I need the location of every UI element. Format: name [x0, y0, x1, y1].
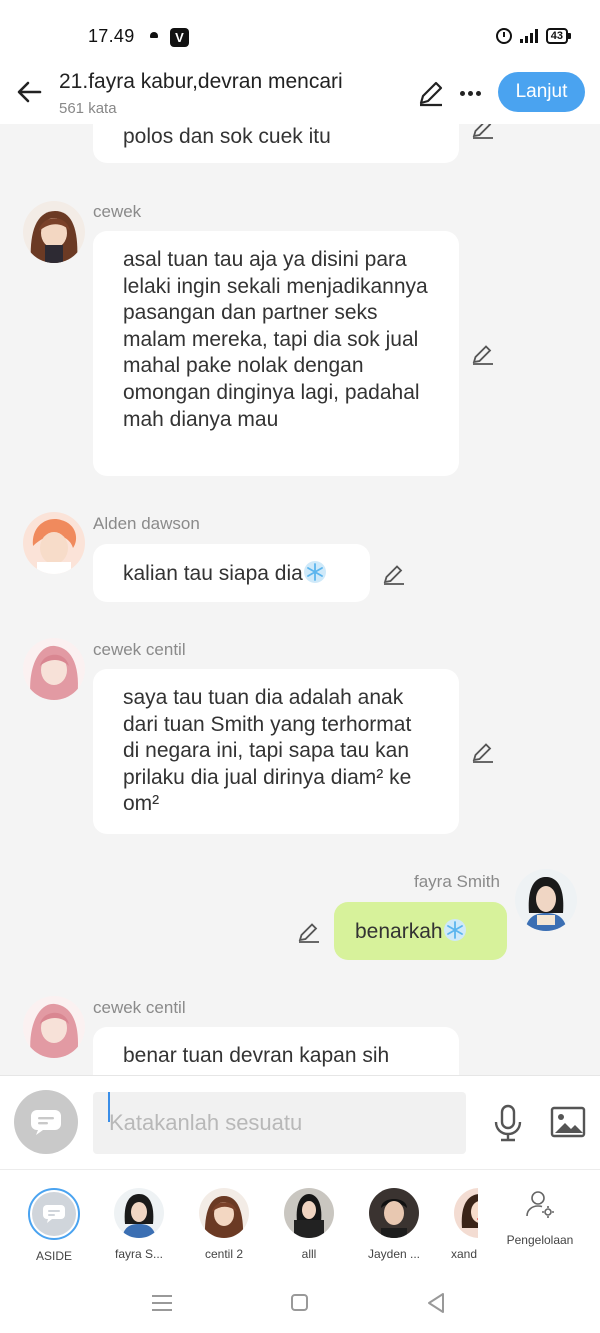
message-bubble[interactable]: kalian tau siapa dia	[93, 544, 370, 602]
sender-name: cewek centil	[93, 998, 186, 1017]
sender-name: Alden dawson	[93, 514, 200, 533]
image-icon	[550, 1106, 586, 1138]
status-bar: 17.49 V 43	[0, 0, 600, 70]
character-label: xand	[451, 1247, 478, 1261]
chat-bubble-icon	[43, 1205, 65, 1223]
status-time: 17.49	[88, 26, 135, 46]
message-bubble-mine[interactable]: benarkah	[334, 902, 507, 960]
message-bubble[interactable]: polos dan sok cuek itu	[93, 124, 459, 163]
avatar	[284, 1188, 334, 1238]
pencil-icon[interactable]	[471, 342, 495, 366]
avatar[interactable]	[23, 512, 85, 574]
continue-button[interactable]: Lanjut	[498, 72, 585, 112]
character-label: fayra S...	[114, 1247, 164, 1261]
message-text: benar tuan devran kapan sih	[123, 1044, 390, 1067]
character-alll[interactable]: alll	[274, 1188, 344, 1261]
chat-area[interactable]: polos dan sok cuek itu cewek asal tuan t…	[0, 124, 600, 1075]
message-bubble[interactable]: benar tuan devran kapan sih	[93, 1027, 459, 1075]
back-arrow-icon	[17, 81, 42, 103]
mic-icon	[494, 1104, 522, 1142]
manage-button[interactable]: Pengelolaan	[500, 1188, 580, 1247]
pencil-icon[interactable]	[471, 740, 495, 764]
character-aside[interactable]: ASIDE	[19, 1188, 89, 1263]
manage-label: Pengelolaan	[506, 1233, 574, 1247]
character-label: ASIDE	[35, 1249, 72, 1263]
message-text: saya tau tuan dia adalah anak dari tuan …	[123, 686, 412, 816]
pencil-icon[interactable]	[382, 562, 406, 586]
pencil-icon[interactable]	[297, 920, 321, 944]
character-bar: ASIDE fayra S... centil 2 alll Jayden ..…	[0, 1169, 600, 1273]
character-label: Jayden ...	[367, 1247, 421, 1261]
pencil-icon[interactable]	[471, 124, 495, 140]
message-text: kalian tau siapa dia	[123, 562, 303, 585]
sender-name: cewek centil	[93, 640, 186, 659]
back-button[interactable]	[14, 76, 46, 108]
input-bar	[0, 1075, 600, 1169]
message-bubble[interactable]: saya tau tuan dia adalah anak dari tuan …	[93, 669, 459, 834]
edit-button[interactable]	[416, 78, 446, 108]
avatar[interactable]	[23, 996, 85, 1058]
back-triangle-icon[interactable]	[426, 1292, 446, 1314]
sender-name: fayra Smith	[414, 872, 500, 891]
cloud-icon	[150, 32, 158, 38]
message-text: benarkah	[355, 920, 443, 943]
menu-icon[interactable]	[152, 1295, 172, 1311]
aside-button[interactable]	[14, 1090, 78, 1154]
avatar	[114, 1188, 164, 1238]
avatar[interactable]	[23, 638, 85, 700]
text-caret	[108, 1092, 110, 1122]
story-header: 21.fayra kabur,devran mencari 561 kata L…	[0, 62, 600, 124]
snowflake-icon	[443, 919, 466, 941]
more-button[interactable]	[456, 78, 484, 108]
pencil-icon	[419, 81, 443, 107]
character-centil-2[interactable]: centil 2	[189, 1188, 259, 1261]
signal-icon	[519, 29, 538, 43]
mic-button[interactable]	[492, 1104, 524, 1142]
home-icon[interactable]	[291, 1294, 308, 1311]
message-text: polos dan sok cuek itu	[123, 125, 331, 148]
sender-name: cewek	[93, 202, 142, 221]
chat-bubble-icon	[31, 1110, 61, 1135]
character-xand[interactable]: xand	[444, 1188, 478, 1261]
avatar[interactable]	[515, 869, 577, 931]
image-button[interactable]	[550, 1106, 586, 1138]
alarm-icon	[495, 28, 512, 44]
battery-icon: 43	[545, 28, 572, 44]
avatar	[199, 1188, 249, 1238]
person-settings-icon	[526, 1191, 554, 1218]
message-text: asal tuan tau aja ya disini para lelaki …	[123, 248, 428, 431]
system-nav-bar	[0, 1273, 600, 1333]
word-count: 561 kata	[59, 100, 117, 117]
character-label: centil 2	[204, 1247, 244, 1261]
message-bubble[interactable]: asal tuan tau aja ya disini para lelaki …	[93, 231, 459, 476]
message-input[interactable]	[93, 1092, 466, 1154]
character-jayden[interactable]: Jayden ...	[359, 1188, 429, 1261]
character-label: alll	[301, 1247, 317, 1261]
character-fayra[interactable]: fayra S...	[104, 1188, 174, 1261]
chapter-title: 21.fayra kabur,devran mencari	[59, 70, 343, 93]
snowflake-icon	[303, 561, 326, 583]
app-badge-icon: V	[170, 28, 189, 47]
avatar	[454, 1188, 478, 1238]
avatar[interactable]	[23, 201, 85, 263]
avatar	[369, 1188, 419, 1238]
